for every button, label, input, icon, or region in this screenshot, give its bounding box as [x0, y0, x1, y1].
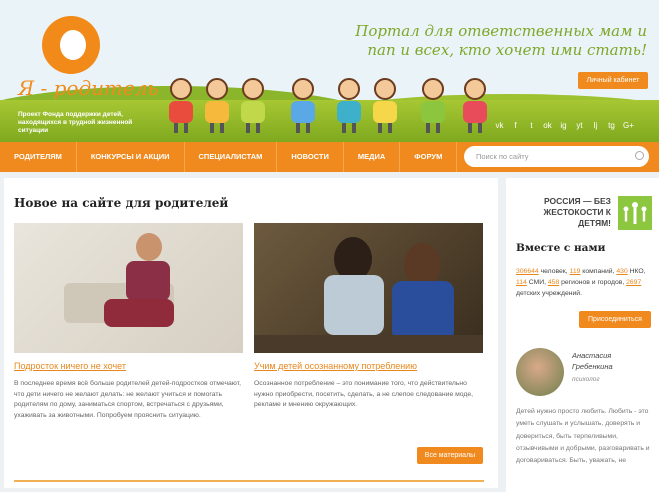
page: Я - родитель Проект Фонда поддержки дете…: [0, 0, 659, 492]
google-plus-icon[interactable]: G+: [623, 121, 634, 130]
stat-label: человек,: [538, 268, 570, 275]
vk-icon[interactable]: vk: [495, 121, 504, 130]
divider: [14, 480, 484, 482]
kid-illustration: [336, 78, 362, 133]
stat-label: СМИ,: [526, 279, 548, 286]
personal-cabinet-button[interactable]: Личный кабинет: [578, 72, 648, 89]
expert-role: психолог: [572, 376, 600, 383]
article-image-mother-daughter[interactable]: [254, 223, 483, 353]
main-content: Новое на сайте для родителей Подросток н…: [4, 178, 498, 488]
stat-people-link[interactable]: 306644: [516, 268, 539, 275]
nav-item-forum[interactable]: ФОРУМ: [400, 142, 458, 172]
kid-illustration: [240, 78, 266, 133]
youtube-icon[interactable]: yt: [575, 121, 584, 130]
kid-illustration: [290, 78, 316, 133]
livejournal-icon[interactable]: lj: [591, 121, 600, 130]
nav-item-parents[interactable]: РОДИТЕЛЯМ: [0, 142, 77, 172]
stat-regions-link[interactable]: 458: [548, 279, 559, 286]
all-materials-button[interactable]: Все материалы: [417, 447, 483, 464]
article-title[interactable]: Учим детей осознанному потреблению: [254, 361, 417, 371]
sidebar: РОССИЯ — БЕЗ ЖЕСТОКОСТИ К ДЕТЯМ! Вместе …: [506, 178, 659, 492]
avatar[interactable]: [516, 348, 564, 396]
twitter-icon[interactable]: t: [527, 121, 536, 130]
stat-companies-link[interactable]: 119: [570, 268, 581, 275]
expert-name[interactable]: Анастасия Гребенкина: [572, 350, 650, 372]
expert-quote: Детей нужно просто любить. Любить - это …: [516, 408, 650, 465]
stat-label: детских учреждений.: [516, 290, 582, 297]
instagram-icon[interactable]: ig: [559, 121, 568, 130]
stat-media-link[interactable]: 114: [516, 279, 527, 286]
article-image-teen[interactable]: [14, 223, 243, 353]
logo-text[interactable]: Я - родитель: [18, 76, 158, 100]
stat-label: регионов и городов,: [559, 279, 627, 286]
stat-label: НКО,: [627, 268, 646, 275]
nav-item-specialists[interactable]: СПЕЦИАЛИСТАМ: [185, 142, 278, 172]
article-excerpt: В последнее время всё больше родителей д…: [14, 380, 241, 419]
nav-item-media[interactable]: МЕДИА: [344, 142, 401, 172]
article-title[interactable]: Подросток ничего не хочет: [14, 361, 126, 371]
campaign-text[interactable]: РОССИЯ — БЕЗ ЖЕСТОКОСТИ К ДЕТЯМ!: [516, 196, 611, 229]
together-title: Вместе с нами: [516, 242, 606, 254]
kid-illustration: [372, 78, 398, 133]
stat-institutions-link[interactable]: 2697: [626, 279, 641, 286]
slogan: Портал для ответственных мам и пап и все…: [355, 22, 647, 59]
logo-face-icon: [60, 30, 86, 60]
telegram-icon[interactable]: tg: [607, 121, 616, 130]
project-caption: Проект Фонда поддержки детей, находящихс…: [18, 111, 133, 134]
kid-illustration: [204, 78, 230, 133]
kid-illustration: [462, 78, 488, 133]
stats-text: 306644 человек, 119 компаний, 430 НКО, 1…: [516, 266, 656, 299]
stat-label: компаний,: [580, 268, 617, 275]
search-icon[interactable]: [635, 151, 644, 160]
campaign-logo-icon[interactable]: [618, 196, 652, 230]
stat-nko-link[interactable]: 430: [616, 268, 627, 275]
facebook-icon[interactable]: f: [511, 121, 520, 130]
nav-item-news[interactable]: НОВОСТИ: [277, 142, 344, 172]
social-links: vk f t ok ig yt lj tg G+: [495, 121, 634, 130]
kid-illustration: [420, 78, 446, 133]
site-header: Я - родитель Проект Фонда поддержки дете…: [0, 0, 659, 142]
section-title: Новое на сайте для родителей: [14, 196, 229, 210]
nav-item-contests[interactable]: КОНКУРСЫ И АКЦИИ: [77, 142, 185, 172]
join-button[interactable]: Присоединиться: [579, 311, 651, 328]
search-input[interactable]: Поиск по сайту: [464, 146, 649, 167]
odnoklassniki-icon[interactable]: ok: [543, 121, 552, 130]
article-excerpt: Осознанное потребление – это понимание т…: [254, 380, 474, 408]
kid-illustration: [168, 78, 194, 133]
